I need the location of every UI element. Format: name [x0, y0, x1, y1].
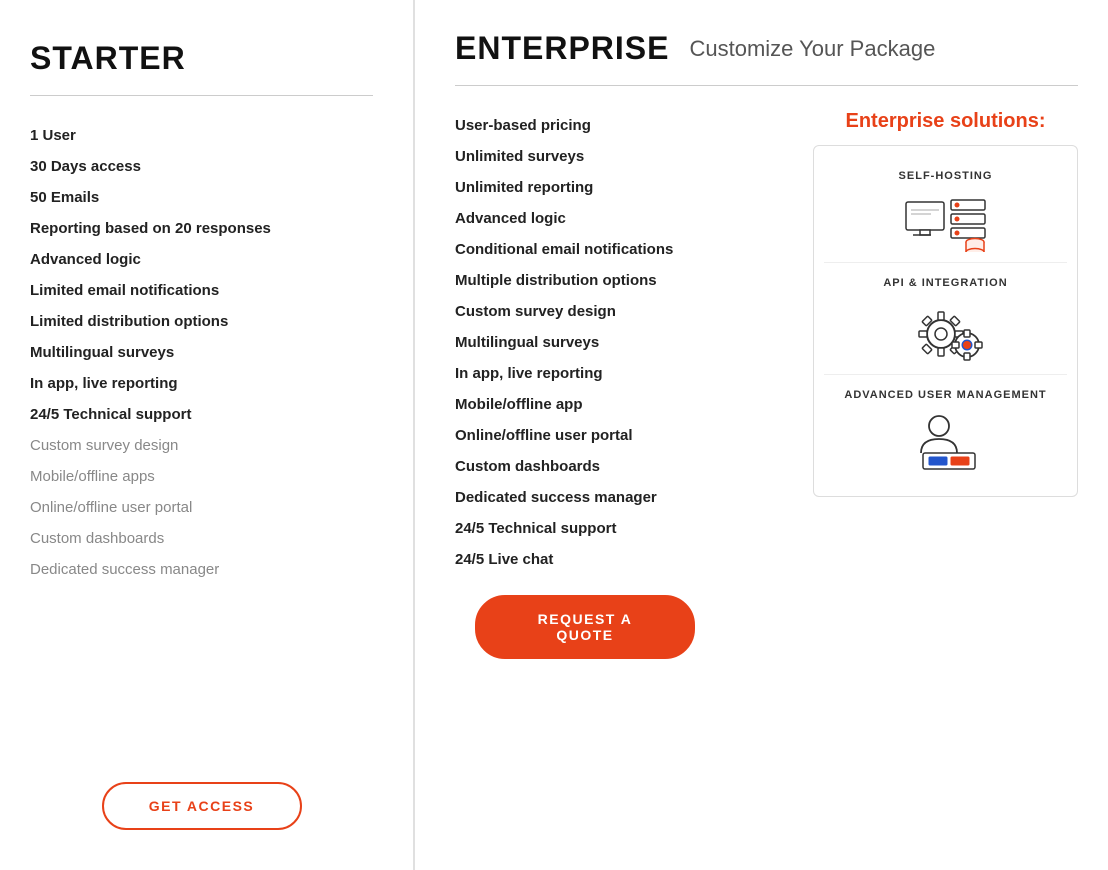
request-quote-button[interactable]: REQUEST A QUOTE — [475, 595, 695, 659]
starter-feature-item: Multilingual surveys — [30, 337, 373, 368]
starter-feature-item: Custom survey design — [30, 430, 373, 461]
api-label: API & INTEGRATION — [883, 277, 1007, 289]
starter-bottom: GET ACCESS — [30, 752, 373, 830]
enterprise-feature-item: In app, live reporting — [455, 358, 793, 389]
enterprise-feature-item: 24/5 Live chat — [455, 544, 793, 575]
enterprise-feature-item: Mobile/offline app — [455, 389, 793, 420]
starter-feature-item: In app, live reporting — [30, 368, 373, 399]
enterprise-subtitle: Customize Your Package — [689, 36, 935, 62]
enterprise-feature-item: Custom dashboards — [455, 451, 793, 482]
enterprise-feature-item: Custom survey design — [455, 296, 793, 327]
starter-feature-list: 1 User30 Days access50 EmailsReporting b… — [30, 120, 373, 732]
starter-feature-item: 24/5 Technical support — [30, 399, 373, 430]
starter-feature-item: 1 User — [30, 120, 373, 151]
enterprise-panel: ENTERPRISE Customize Your Package User-b… — [415, 0, 1108, 870]
starter-feature-item: Custom dashboards — [30, 523, 373, 554]
enterprise-feature-list: User-based pricingUnlimited surveysUnlim… — [455, 110, 793, 575]
enterprise-feature-item: Conditional email notifications — [455, 234, 793, 265]
starter-panel: STARTER 1 User30 Days access50 EmailsRep… — [0, 0, 415, 870]
starter-feature-item: Limited email notifications — [30, 275, 373, 306]
user-mgmt-label: ADVANCED USER MANAGEMENT — [844, 389, 1046, 401]
enterprise-bottom: REQUEST A QUOTE — [455, 595, 793, 659]
solutions-title: Enterprise solutions: — [813, 110, 1078, 133]
starter-feature-item: Limited distribution options — [30, 306, 373, 337]
enterprise-feature-item: Advanced logic — [455, 203, 793, 234]
enterprise-header: ENTERPRISE Customize Your Package — [455, 30, 1078, 67]
starter-feature-item: Mobile/offline apps — [30, 461, 373, 492]
solution-self-hosting: SELF-HOSTING — [824, 156, 1067, 263]
self-hosting-icon — [901, 192, 991, 252]
self-hosting-label: SELF-HOSTING — [899, 170, 993, 182]
starter-title: STARTER — [30, 40, 373, 77]
starter-feature-item: 30 Days access — [30, 151, 373, 182]
starter-feature-item: 50 Emails — [30, 182, 373, 213]
starter-feature-item: Advanced logic — [30, 244, 373, 275]
enterprise-feature-item: Unlimited surveys — [455, 141, 793, 172]
enterprise-feature-item: Unlimited reporting — [455, 172, 793, 203]
enterprise-title: ENTERPRISE — [455, 30, 669, 67]
enterprise-features-container: User-based pricingUnlimited surveysUnlim… — [455, 110, 793, 840]
solution-user-mgmt: ADVANCED USER MANAGEMENT — [824, 375, 1067, 486]
enterprise-solutions: Enterprise solutions: SELF-HOSTING — [813, 110, 1078, 840]
enterprise-divider — [455, 85, 1078, 86]
enterprise-feature-item: 24/5 Technical support — [455, 513, 793, 544]
starter-divider — [30, 95, 373, 96]
enterprise-feature-item: Dedicated success manager — [455, 482, 793, 513]
starter-feature-item: Online/offline user portal — [30, 492, 373, 523]
get-access-button[interactable]: GET ACCESS — [102, 782, 302, 830]
solutions-card: SELF-HOSTING — [813, 145, 1078, 497]
enterprise-body: User-based pricingUnlimited surveysUnlim… — [455, 110, 1078, 840]
enterprise-feature-item: User-based pricing — [455, 110, 793, 141]
api-icon — [901, 299, 991, 364]
starter-feature-item: Dedicated success manager — [30, 554, 373, 585]
user-mgmt-icon — [901, 411, 991, 476]
enterprise-feature-item: Online/offline user portal — [455, 420, 793, 451]
enterprise-feature-item: Multiple distribution options — [455, 265, 793, 296]
enterprise-feature-item: Multilingual surveys — [455, 327, 793, 358]
solution-api: API & INTEGRATION — [824, 263, 1067, 375]
starter-feature-item: Reporting based on 20 responses — [30, 213, 373, 244]
